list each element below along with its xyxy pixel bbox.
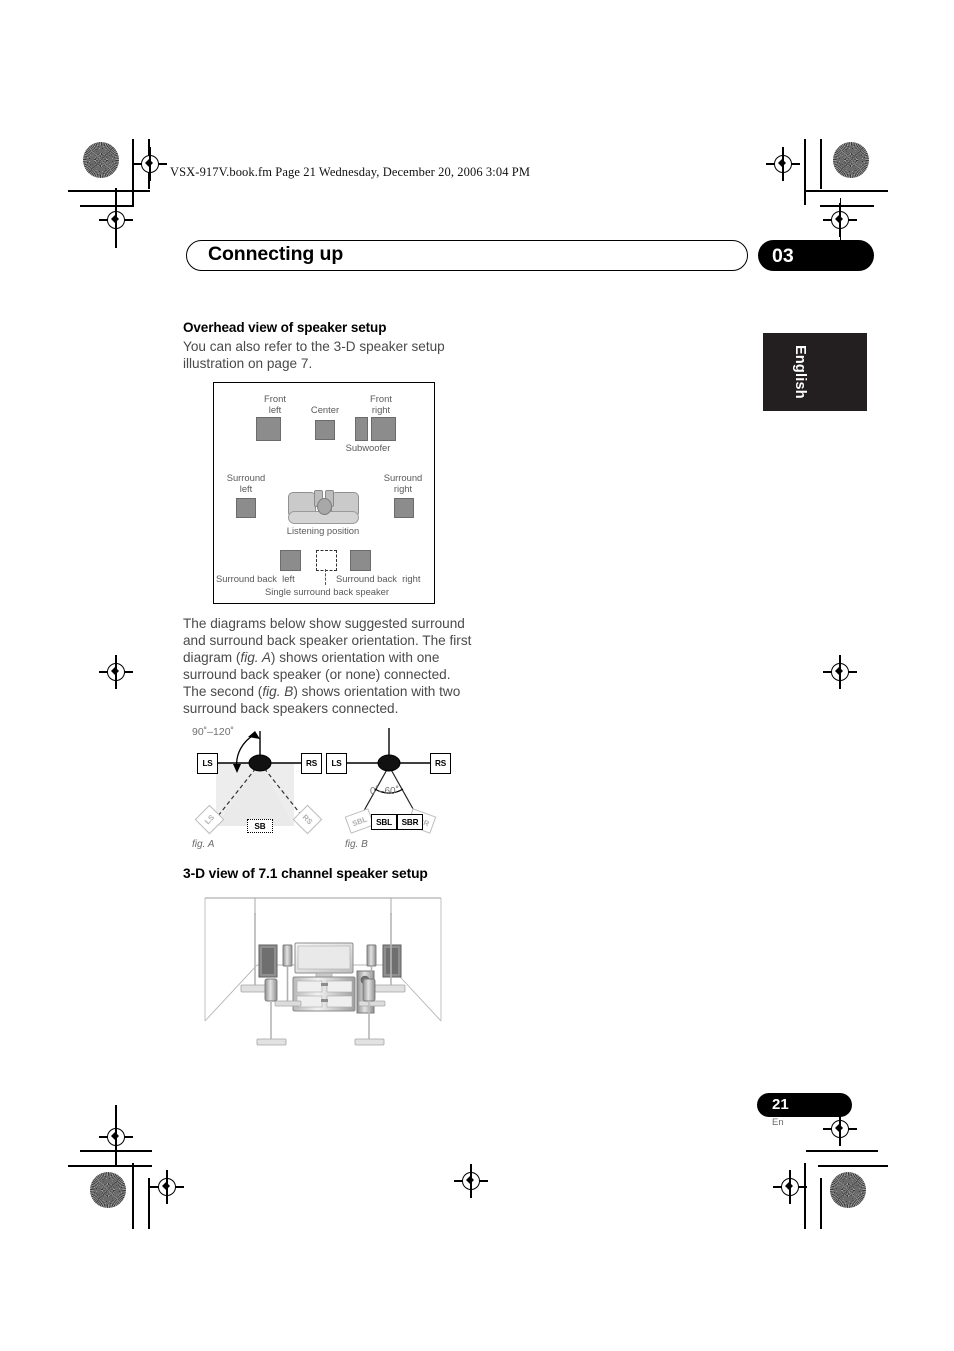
overhead-intro: You can also refer to the 3-D speaker se… [183, 339, 445, 371]
registration-mark [773, 1170, 807, 1204]
figure-b: 0˚–60˚ LS RS SBL SBR SBL SBR fig. B [323, 726, 463, 851]
speaker-front-left [256, 417, 281, 441]
speaker-surround-back-right [350, 550, 371, 571]
label-surround-back-right: Surround back right [336, 573, 421, 584]
label-single-surround-back: Single surround back speaker [264, 586, 390, 597]
speaker-surround-left [236, 498, 256, 518]
crop-line [820, 205, 874, 207]
language-tab-label: English [792, 345, 808, 399]
crop-line [804, 1163, 806, 1229]
chapter-tick-rule [840, 198, 842, 242]
crop-line [132, 139, 134, 205]
crop-line [80, 205, 134, 207]
label-surround-back-left: Surround back left [216, 573, 295, 584]
label-subwoofer: Subwoofer [345, 442, 391, 453]
crop-line [820, 139, 822, 189]
registration-mark [150, 1170, 184, 1204]
speaker-surround-right [394, 498, 414, 518]
registration-mark [99, 655, 133, 689]
registration-mark [823, 655, 857, 689]
crop-line [806, 1150, 878, 1152]
page-language-code: En [772, 1117, 784, 1128]
three-d-heading: 3-D view of 7.1 channel speaker setup [183, 866, 428, 881]
diagrams-paragraph: The diagrams below show suggested surrou… [183, 616, 472, 716]
label-listening-position: Listening position [286, 525, 360, 536]
overhead-speaker-diagram: Front left Center Front right Subwoofer Su… [213, 382, 435, 604]
figure-a-sb: SB [247, 819, 273, 833]
speaker-front-right [371, 417, 396, 441]
figure-a-caption: fig. A [192, 839, 215, 850]
label-surround-right: Surround right [383, 472, 423, 494]
three-d-room-svg [204, 897, 442, 1046]
crop-line [820, 1178, 822, 1229]
crop-line [115, 1105, 117, 1167]
figure-b-caption: fig. B [345, 839, 368, 850]
label-surround-left: Surround left [226, 472, 266, 494]
label-front-left: Front left [264, 393, 286, 415]
crop-line [68, 1165, 152, 1167]
crop-line [148, 1178, 150, 1229]
page-number-badge: 21 [757, 1093, 852, 1117]
density-dot-top-left [83, 142, 119, 178]
registration-mark [454, 1164, 488, 1198]
page-title: Connecting up [208, 243, 344, 265]
chapter-number-badge: 03 [758, 240, 874, 271]
label-front-right: Front right [370, 393, 392, 415]
crop-line [148, 139, 150, 189]
figure-a: 90˚–120˚ LS RS LS RS SB fig. A [190, 726, 330, 851]
density-dot-bottom-right [830, 1172, 866, 1208]
figure-b-sbl: SBL [371, 814, 397, 830]
figure-a-ls-front: LS [197, 753, 218, 774]
figure-a-rs-front: RS [301, 753, 322, 774]
crop-line [132, 1163, 134, 1229]
listener-head [317, 498, 332, 515]
speaker-subwoofer [355, 417, 368, 441]
figure-b-rs-front: RS [430, 753, 451, 774]
language-tab: English [763, 333, 867, 411]
crop-line [68, 190, 150, 192]
crop-line [818, 1165, 888, 1167]
single-surround-back-leader-line [325, 569, 326, 585]
registration-mark [823, 1112, 857, 1146]
speaker-surround-back-left [280, 550, 301, 571]
crop-line [804, 139, 806, 205]
crop-line [806, 190, 888, 192]
chapter-number-text: 03 [772, 245, 794, 267]
figure-a-angle-label: 90˚–120˚ [192, 726, 235, 738]
speaker-center [315, 420, 335, 440]
three-d-speaker-illustration [197, 893, 449, 1053]
density-dot-top-right [833, 142, 869, 178]
registration-mark [133, 147, 167, 181]
overhead-heading: Overhead view of speaker setup [183, 320, 387, 335]
figure-b-ls-front: LS [326, 753, 347, 774]
source-file-line: VSX-917V.book.fm Page 21 Wednesday, Dece… [170, 165, 531, 179]
figure-b-angle-label: 0˚–60˚ [370, 786, 399, 797]
speaker-single-surround-back [316, 550, 337, 571]
density-dot-bottom-left [90, 1172, 126, 1208]
page-number-text: 21 [772, 1096, 789, 1113]
registration-mark [766, 147, 800, 181]
figure-b-sbr: SBR [397, 814, 423, 830]
crop-line [115, 188, 117, 248]
label-center: Center [310, 404, 340, 415]
